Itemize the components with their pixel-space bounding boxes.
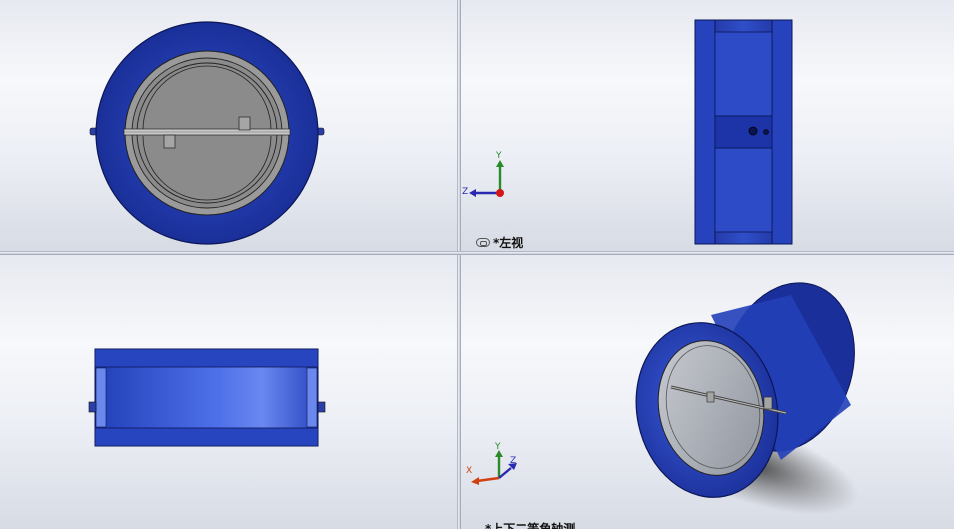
front-view-model [89, 21, 325, 245]
left-view-model [469, 19, 793, 245]
coordinate-triad-icon [469, 160, 504, 197]
viewport-divider-horizontal[interactable] [0, 251, 954, 255]
graphics-area[interactable]: Y Z *左视 Y Z X *上下二等角轴测 [0, 0, 954, 529]
view-name-text: *上下二等角轴测 [485, 522, 576, 529]
triad-x-label: X [466, 466, 473, 476]
isometric-view-model [471, 282, 859, 515]
triad-y-label: Y [496, 151, 502, 161]
view-name-label[interactable]: *上下二等角轴测 [485, 520, 575, 529]
triad-y-label: Y [495, 442, 501, 452]
view-name-text: *左视 [493, 236, 524, 250]
viewport-divider-vertical[interactable] [457, 0, 461, 529]
viewport-top[interactable] [0, 255, 457, 529]
viewport-front[interactable] [0, 0, 457, 251]
viewport-left[interactable]: Y Z *左视 [461, 0, 954, 251]
top-view-model [88, 348, 326, 447]
viewport-isometric[interactable]: Y Z X *上下二等角轴测 [461, 255, 954, 529]
link-icon [476, 238, 490, 247]
view-name-label[interactable]: *左视 [476, 234, 523, 251]
triad-z-label: Z [510, 456, 517, 466]
triad-z-label: Z [462, 187, 469, 197]
